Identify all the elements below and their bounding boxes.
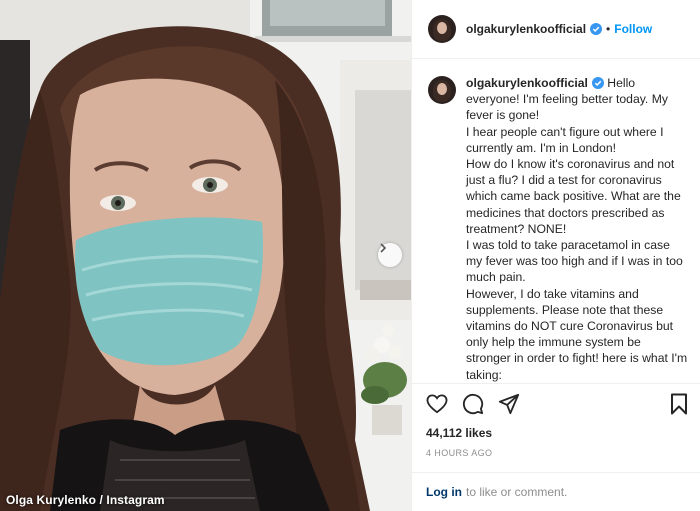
comment-button[interactable] bbox=[462, 393, 484, 415]
share-icon bbox=[498, 393, 520, 415]
caption-avatar[interactable] bbox=[428, 76, 456, 104]
caption-section: olgakurylenkoofficial Hello everyone! I'… bbox=[412, 59, 700, 383]
selfie-image bbox=[0, 0, 411, 511]
instagram-post: Olga Kurylenko / Instagram olgakurylenko… bbox=[0, 0, 700, 511]
caption-row: olgakurylenkoofficial Hello everyone! I'… bbox=[428, 75, 688, 383]
photo-credit: Olga Kurylenko / Instagram bbox=[6, 493, 165, 507]
action-icons bbox=[426, 392, 688, 416]
login-link[interactable]: Log in bbox=[426, 485, 462, 499]
chevron-right-icon bbox=[380, 243, 387, 253]
comment-icon bbox=[462, 393, 484, 415]
caption-text: Hello everyone! I'm feeling better today… bbox=[466, 76, 688, 382]
like-button[interactable] bbox=[426, 394, 448, 414]
login-prompt: Log in to like or comment. bbox=[412, 472, 700, 511]
verified-badge-icon bbox=[590, 23, 603, 35]
login-prompt-text: to like or comment. bbox=[466, 485, 568, 499]
likes-count[interactable]: 44,112 likes bbox=[426, 426, 688, 440]
verified-badge-icon bbox=[591, 77, 604, 89]
follow-button[interactable]: Follow bbox=[614, 22, 652, 36]
heart-icon bbox=[426, 394, 448, 414]
post-photo[interactable]: Olga Kurylenko / Instagram bbox=[0, 0, 411, 511]
avatar[interactable] bbox=[428, 15, 456, 43]
caption-username[interactable]: olgakurylenkoofficial bbox=[466, 76, 588, 90]
save-button[interactable] bbox=[670, 393, 688, 415]
post-actions: 44,112 likes 4 HOURS AGO bbox=[412, 383, 700, 472]
post-timestamp[interactable]: 4 HOURS AGO bbox=[426, 448, 688, 458]
header-username[interactable]: olgakurylenkoofficial bbox=[466, 22, 586, 36]
share-button[interactable] bbox=[498, 393, 520, 415]
caption-text-block: olgakurylenkoofficial Hello everyone! I'… bbox=[466, 75, 688, 383]
header-separator: • bbox=[606, 22, 611, 36]
carousel-next-button[interactable] bbox=[378, 243, 402, 267]
bookmark-icon bbox=[671, 393, 687, 415]
post-header: olgakurylenkoofficial • Follow bbox=[412, 0, 700, 59]
post-side-panel: olgakurylenkoofficial • Follow olgakuryl… bbox=[411, 0, 700, 511]
